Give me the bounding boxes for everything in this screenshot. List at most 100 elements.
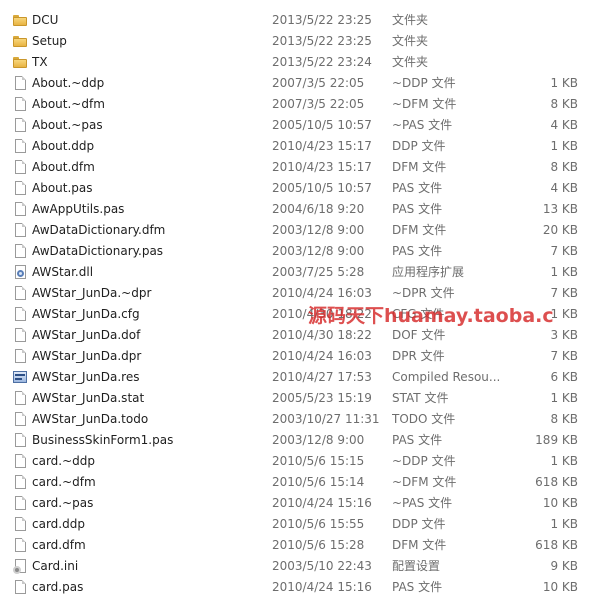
- file-size: 1 KB: [550, 139, 578, 153]
- file-name: TX: [32, 55, 48, 69]
- file-name: Setup: [32, 34, 67, 48]
- file-icon: [12, 243, 28, 259]
- file-icon: [12, 390, 28, 406]
- file-row[interactable]: AWStar_JunDa.stat 2005/5/23 15:19 STAT 文件 1…: [0, 388, 614, 409]
- file-icon-cell: [12, 136, 28, 157]
- file-name: About.ddp: [32, 139, 95, 153]
- folder-icon: [12, 12, 28, 28]
- file-name: AWStar_JunDa.dpr: [32, 349, 142, 363]
- file-row[interactable]: card.~ddp 2010/5/6 15:15 ~DDP 文件 1 KB: [0, 451, 614, 472]
- file-icon-cell: [12, 514, 28, 535]
- file-size: 8 KB: [550, 160, 578, 174]
- file-size: 7 KB: [550, 286, 578, 300]
- dll-icon: [12, 264, 28, 280]
- file-icon-cell: [12, 52, 28, 73]
- file-type: Compiled Resou...: [392, 370, 501, 384]
- file-date-modified: 2005/10/5 10:57: [272, 118, 372, 132]
- file-row[interactable]: AwDataDictionary.dfm 2003/12/8 9:00 DFM 文件…: [0, 220, 614, 241]
- file-name: card.~dfm: [32, 475, 96, 489]
- file-size: 7 KB: [550, 244, 578, 258]
- file-name: card.~pas: [32, 496, 94, 510]
- file-row[interactable]: AWStar_JunDa.dpr 2010/4/24 16:03 DPR 文件 7 K…: [0, 346, 614, 367]
- file-icon-cell: [12, 430, 28, 451]
- file-type: DOF 文件: [392, 328, 446, 342]
- file-icon-cell: [12, 451, 28, 472]
- file-icon-cell: [12, 10, 28, 31]
- file-type: 应用程序扩展: [392, 265, 465, 279]
- file-icon: [12, 138, 28, 154]
- file-size: 1 KB: [550, 265, 578, 279]
- file-row[interactable]: About.~dfm 2007/3/5 22:05 ~DFM 文件 8 KB: [0, 94, 614, 115]
- file-icon-cell: [12, 346, 28, 367]
- resource-icon: [12, 369, 28, 385]
- file-icon: [12, 222, 28, 238]
- file-icon-cell: [12, 283, 28, 304]
- file-row[interactable]: card.dfm 2010/5/6 15:28 DFM 文件 618 KB: [0, 535, 614, 556]
- file-icon-cell: [12, 409, 28, 430]
- file-icon: [12, 453, 28, 469]
- file-row[interactable]: About.ddp 2010/4/23 15:17 DDP 文件 1 KB: [0, 136, 614, 157]
- file-row[interactable]: About.dfm 2010/4/23 15:17 DFM 文件 8 KB: [0, 157, 614, 178]
- file-name: AWStar_JunDa.dof: [32, 328, 141, 342]
- file-size: 9 KB: [550, 559, 578, 573]
- file-date-modified: 2010/5/6 15:14: [272, 475, 365, 489]
- file-row[interactable]: BusinessSkinForm1.pas 2003/12/8 9:00 PAS 文…: [0, 430, 614, 451]
- file-size: 1 KB: [550, 454, 578, 468]
- file-size: 10 KB: [542, 580, 578, 594]
- file-name: About.pas: [32, 181, 93, 195]
- file-date-modified: 2010/4/23 15:17: [272, 160, 372, 174]
- file-row[interactable]: DCU 2013/5/22 23:25 文件夹: [0, 10, 614, 31]
- file-row[interactable]: Card.ini 2003/5/10 22:43 配置设置 9 KB: [0, 556, 614, 577]
- file-icon: [12, 495, 28, 511]
- file-row[interactable]: About.~ddp 2007/3/5 22:05 ~DDP 文件 1 KB: [0, 73, 614, 94]
- file-row[interactable]: card.~pas 2010/4/24 15:16 ~PAS 文件 10 KB: [0, 493, 614, 514]
- file-icon: [12, 96, 28, 112]
- file-size: [504, 52, 578, 73]
- file-row[interactable]: AWStar_JunDa.todo 2003/10/27 11:31 TODO 文件…: [0, 409, 614, 430]
- file-type: DDP 文件: [392, 517, 446, 531]
- file-icon: [12, 516, 28, 532]
- file-row[interactable]: card.pas 2010/4/24 15:16 PAS 文件 10 KB: [0, 577, 614, 598]
- file-name: AWStar_JunDa.todo: [32, 412, 149, 426]
- file-date-modified: 2010/4/27 17:53: [272, 370, 372, 384]
- file-date-modified: 2003/12/8 9:00: [272, 244, 365, 258]
- file-size: 1 KB: [550, 391, 578, 405]
- file-icon-cell: [12, 157, 28, 178]
- file-row[interactable]: card.ddp 2010/5/6 15:55 DDP 文件 1 KB: [0, 514, 614, 535]
- file-size: 10 KB: [542, 496, 578, 510]
- file-type: ~PAS 文件: [392, 496, 453, 510]
- file-row[interactable]: AWStar_JunDa.cfg 2010/4/30 18:22 CFG 文件 1 K…: [0, 304, 614, 325]
- file-name: card.~ddp: [32, 454, 96, 468]
- file-size: 20 KB: [542, 223, 578, 237]
- file-type: 文件夹: [392, 55, 429, 69]
- file-date-modified: 2010/5/6 15:28: [272, 538, 365, 552]
- folder-icon: [12, 33, 28, 49]
- file-row[interactable]: AWStar_JunDa.~dpr 2010/4/24 16:03 ~DPR 文件 7…: [0, 283, 614, 304]
- file-icon-cell: [12, 262, 28, 283]
- file-row[interactable]: About.~pas 2005/10/5 10:57 ~PAS 文件 4 KB: [0, 115, 614, 136]
- file-type: DFM 文件: [392, 538, 447, 552]
- file-name: BusinessSkinForm1.pas: [32, 433, 174, 447]
- file-row[interactable]: AWStar_JunDa.res 2010/4/27 17:53 Compiled …: [0, 367, 614, 388]
- file-type: PAS 文件: [392, 181, 443, 195]
- file-type: PAS 文件: [392, 580, 443, 594]
- file-size: 7 KB: [550, 349, 578, 363]
- file-row[interactable]: Setup 2013/5/22 23:25 文件夹: [0, 31, 614, 52]
- file-row[interactable]: card.~dfm 2010/5/6 15:14 ~DFM 文件 618 KB: [0, 472, 614, 493]
- file-row[interactable]: AwDataDictionary.pas 2003/12/8 9:00 PAS 文件…: [0, 241, 614, 262]
- file-icon-cell: [12, 556, 28, 577]
- file-row[interactable]: AWStar.dll 2003/7/25 5:28 应用程序扩展 1 KB: [0, 262, 614, 283]
- file-row[interactable]: AwAppUtils.pas 2004/6/18 9:20 PAS 文件 13 KB: [0, 199, 614, 220]
- file-type: CFG 文件: [392, 307, 445, 321]
- file-type: PAS 文件: [392, 244, 443, 258]
- file-row[interactable]: TX 2013/5/22 23:24 文件夹: [0, 52, 614, 73]
- file-name: card.dfm: [32, 538, 86, 552]
- file-name: AwDataDictionary.pas: [32, 244, 164, 258]
- file-size: 618 KB: [535, 475, 578, 489]
- file-row[interactable]: AWStar_JunDa.dof 2010/4/30 18:22 DOF 文件 3 K…: [0, 325, 614, 346]
- file-type: STAT 文件: [392, 391, 449, 405]
- file-icon-cell: [12, 178, 28, 199]
- file-size: 13 KB: [542, 202, 578, 216]
- file-name: About.~ddp: [32, 76, 105, 90]
- file-row[interactable]: About.pas 2005/10/5 10:57 PAS 文件 4 KB: [0, 178, 614, 199]
